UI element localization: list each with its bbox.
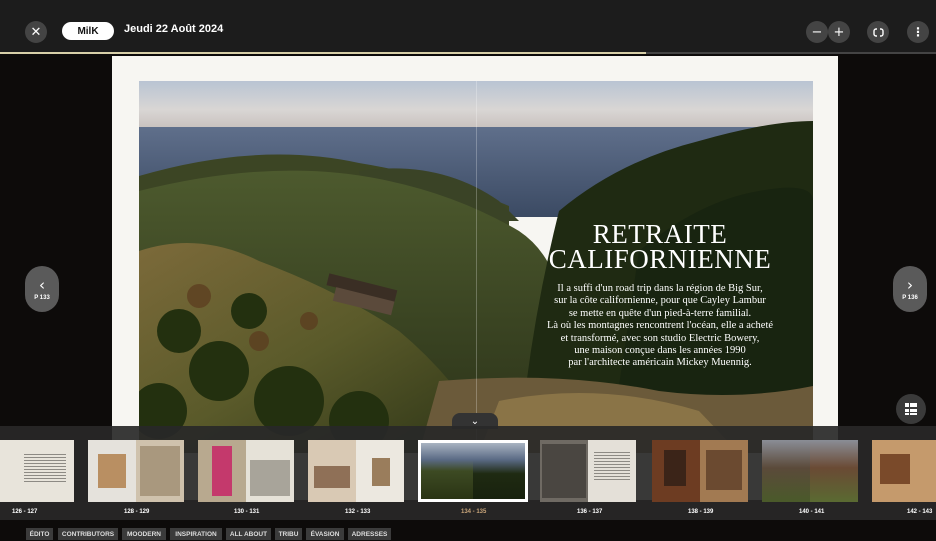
magazine-logo: MilK	[62, 22, 114, 40]
thumbnail-126-127[interactable]	[0, 440, 74, 502]
thumbnail-140-141[interactable]	[762, 440, 858, 502]
thumbnail-132-133[interactable]	[308, 440, 404, 502]
lead-line: une maison conçue dans les années 1990	[574, 345, 746, 357]
prev-page-label: P 133	[34, 294, 50, 301]
article-headline: RETRAITE CALIFORNIENNE	[520, 221, 800, 274]
prev-page-button[interactable]: ‹ P 133	[25, 266, 59, 312]
thumbnail-label: 128 - 129	[124, 509, 150, 515]
close-icon[interactable]: ✕	[25, 21, 47, 43]
category-tab-contributors[interactable]: CONTRIBUTORS	[58, 528, 118, 540]
top-bar: ✕ MilK Jeudi 22 Août 2024 − + ⋮	[0, 0, 936, 54]
article-lead: Il a suffi d'un road trip dans la région…	[515, 283, 805, 370]
category-tab-all-about[interactable]: ALL ABOUT	[226, 528, 271, 540]
thumbnail-label: 132 - 133	[345, 509, 371, 515]
thumbnail-label: 126 - 127	[12, 509, 38, 515]
headline-line-2: CALIFORNIENNE	[548, 244, 772, 274]
lead-line: sur la côte californienne, pour que Cayl…	[554, 295, 766, 307]
thumbnail-138-139[interactable]	[652, 440, 748, 502]
thumbnail-label: 136 - 137	[577, 509, 603, 515]
thumbnail-label: 130 - 131	[234, 509, 260, 515]
category-tab-inspiration[interactable]: INSPIRATION	[170, 528, 222, 540]
thumbnail-142-143[interactable]	[872, 440, 936, 502]
thumbnail-label: 142 - 143	[907, 509, 933, 515]
chevron-right-icon: ›	[907, 275, 913, 294]
thumbnail-grid-button[interactable]	[896, 394, 926, 424]
thumbnail-134-135[interactable]	[418, 440, 528, 502]
grid-icon	[905, 403, 917, 415]
category-tab-tribu[interactable]: TRIBU	[275, 528, 302, 540]
issue-date: Jeudi 22 Août 2024	[124, 23, 224, 35]
lead-line: se mette en quête d'un pied-à-terre fami…	[568, 307, 752, 319]
thumbnail-label: 140 - 141	[799, 509, 825, 515]
thumbnail-136-137[interactable]	[540, 440, 636, 502]
plus-icon[interactable]: +	[828, 21, 850, 43]
thumbnail-label: 138 - 139	[688, 509, 714, 515]
category-tab-edito[interactable]: ÉDITO	[26, 528, 53, 540]
chevron-left-icon: ‹	[39, 275, 45, 294]
category-tab-moodern[interactable]: MOODERN	[122, 528, 166, 540]
fullscreen-icon[interactable]	[867, 21, 889, 43]
lead-line: et transformé, avec son studio Electric …	[560, 332, 760, 344]
thumbnail-130-131[interactable]	[198, 440, 294, 502]
page-spine	[476, 81, 477, 453]
lead-line: Il a suffi d'un road trip dans la région…	[557, 283, 763, 294]
next-page-button[interactable]: › P 136	[893, 266, 927, 312]
more-vertical-icon[interactable]: ⋮	[907, 21, 929, 43]
thumbnail-label-active: 134 - 135	[461, 509, 487, 515]
chevron-down-icon: ⌄	[470, 415, 480, 427]
next-page-label: P 136	[902, 294, 918, 301]
category-tab-adresses[interactable]: ADRESSES	[348, 528, 391, 540]
category-bar: ÉDITO CONTRIBUTORS MOODERN INSPIRATION A…	[0, 520, 936, 541]
thumbnail-strip: 126 - 127 128 - 129 130 - 131 132 - 133 …	[0, 426, 936, 520]
lead-line: Là où les montagnes rencontrent l'océan,…	[546, 320, 774, 332]
lead-line: par l'architecte américain Mickey Muenni…	[568, 357, 752, 369]
thumbnail-128-129[interactable]	[88, 440, 184, 502]
category-tab-evasion[interactable]: ÉVASION	[306, 528, 344, 540]
minus-icon[interactable]: −	[806, 21, 828, 43]
